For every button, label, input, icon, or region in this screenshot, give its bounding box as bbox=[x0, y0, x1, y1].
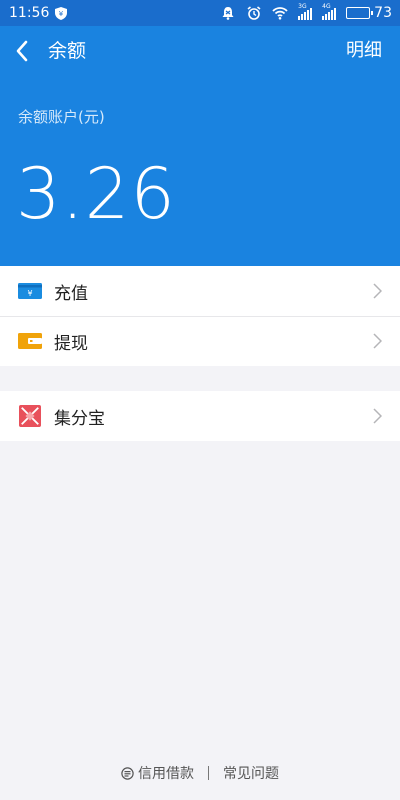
balance-amount: 3.26 bbox=[16, 153, 176, 235]
status-right: 3G 4G 73 bbox=[220, 3, 392, 21]
credit-loan-label: 信用借款 bbox=[138, 766, 194, 782]
shield-icon: ¥ bbox=[55, 6, 68, 20]
signal-4g-icon: 4G bbox=[322, 3, 337, 20]
withdraw-row[interactable]: 提现 bbox=[0, 316, 400, 366]
chevron-right-icon bbox=[373, 333, 382, 349]
faq-link[interactable]: 常见问题 bbox=[223, 763, 279, 783]
battery-percent: 73 bbox=[374, 5, 392, 21]
signal-3g-icon: 3G bbox=[298, 3, 313, 20]
wallet-icon bbox=[18, 333, 42, 349]
credit-loan-link[interactable]: 信用借款 bbox=[121, 763, 194, 783]
jifenbao-group: 集分宝 bbox=[0, 391, 400, 441]
battery-icon bbox=[346, 7, 374, 19]
chevron-right-icon bbox=[373, 283, 382, 299]
wifi-icon bbox=[272, 7, 288, 20]
withdraw-label: 提现 bbox=[54, 333, 88, 354]
jifenbao-label: 集分宝 bbox=[54, 408, 105, 429]
network-4g-label: 4G bbox=[322, 2, 331, 10]
svg-text:¥: ¥ bbox=[27, 289, 32, 298]
balance-header: 余额 明细 余额账户(元) 3.26 bbox=[0, 26, 400, 266]
recharge-label: 充值 bbox=[54, 283, 88, 304]
balance-actions-group: ¥ 充值 提现 bbox=[0, 266, 400, 366]
jifenbao-row[interactable]: 集分宝 bbox=[0, 391, 400, 441]
recharge-row[interactable]: ¥ 充值 bbox=[0, 266, 400, 316]
notification-muted-icon bbox=[222, 7, 234, 20]
recharge-card-icon: ¥ bbox=[18, 283, 42, 299]
network-3g-label: 3G bbox=[298, 2, 307, 10]
footer-divider bbox=[208, 766, 209, 780]
status-time: 11:56 bbox=[9, 5, 50, 21]
credit-loan-icon bbox=[121, 766, 134, 780]
alarm-icon bbox=[247, 6, 261, 20]
faq-label: 常见问题 bbox=[223, 766, 279, 782]
page-title: 余额 bbox=[48, 40, 87, 62]
jifenbao-icon bbox=[19, 405, 41, 427]
balance-label: 余额账户(元) bbox=[18, 108, 105, 126]
status-bar: 11:56 ¥ 3G 4G 73 bbox=[0, 0, 400, 26]
chevron-left-icon[interactable] bbox=[14, 39, 30, 63]
status-left: 11:56 ¥ bbox=[9, 5, 68, 21]
details-button[interactable]: 明细 bbox=[346, 39, 382, 63]
chevron-right-icon bbox=[373, 408, 382, 424]
footer-links: 信用借款 常见问题 bbox=[0, 762, 400, 784]
svg-text:¥: ¥ bbox=[59, 10, 64, 18]
battery-indicator: 73 bbox=[346, 5, 392, 21]
